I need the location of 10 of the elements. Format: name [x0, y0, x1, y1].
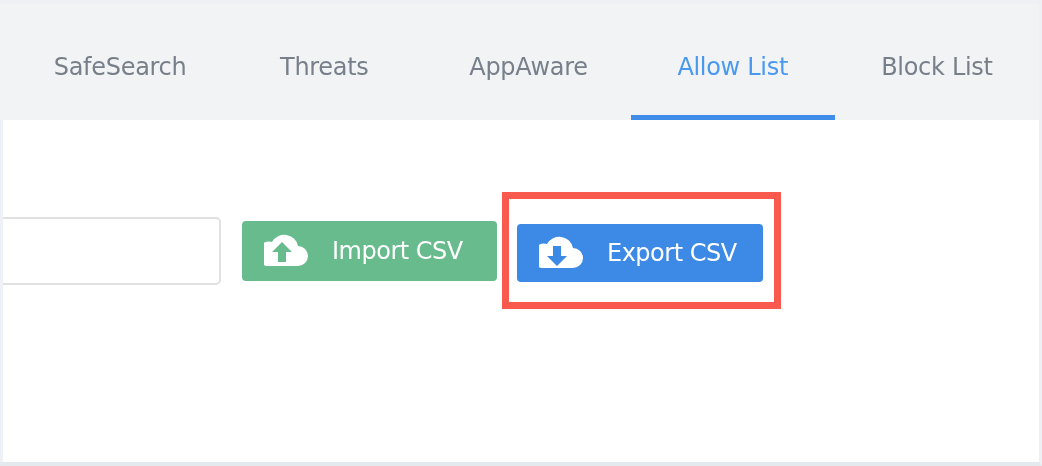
tab[interactable]: Allow List [630, 4, 835, 120]
tab[interactable]: Block List [834, 4, 1039, 120]
tab[interactable]: SafeSearch [18, 4, 223, 120]
input-field[interactable] [3, 216, 221, 285]
export-button[interactable]: Export CSV [517, 224, 763, 282]
import-button[interactable]: Import CSV [242, 220, 497, 281]
cloud-icon [539, 236, 585, 270]
tab[interactable]: Threats [222, 4, 427, 120]
tab[interactable]: AppAware [426, 4, 631, 120]
cloud-icon [264, 233, 310, 268]
